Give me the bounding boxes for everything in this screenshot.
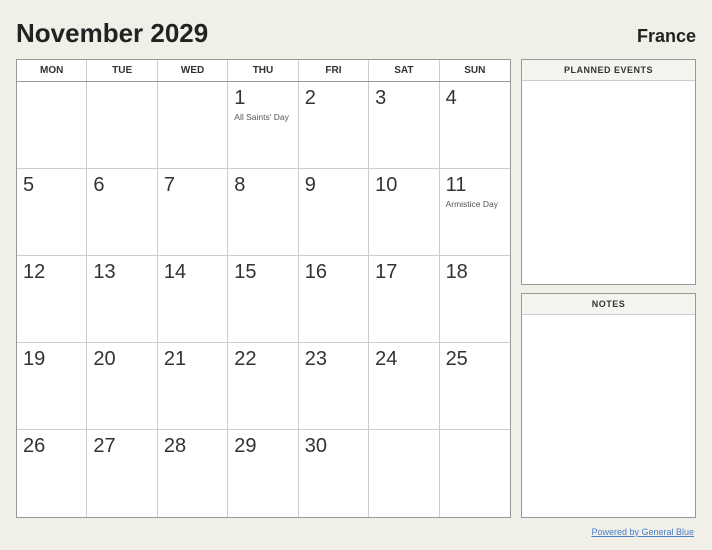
- calendar-cell-11: 11 Armistice Day: [440, 169, 510, 256]
- calendar-cell-4: 4: [440, 82, 510, 169]
- day-number-24: 24: [375, 347, 432, 371]
- country-label: France: [637, 26, 696, 47]
- day-number-1: 1: [234, 86, 291, 110]
- calendar-cell-29: 29: [228, 430, 298, 517]
- day-number-10: 10: [375, 173, 432, 197]
- planned-events-box: PLANNED EVENTS: [521, 59, 696, 285]
- calendar-cell-28: 28: [158, 430, 228, 517]
- notes-box: NOTES: [521, 293, 696, 519]
- sidebar: PLANNED EVENTS NOTES: [521, 59, 696, 518]
- calendar-cell-3: 3: [369, 82, 439, 169]
- day-headers-row: MONTUEWEDTHUFRISATSUN: [17, 60, 510, 82]
- day-number-20: 20: [93, 347, 150, 371]
- calendar-grid: 1All Saints' Day234567891011Armistice Da…: [17, 82, 510, 517]
- calendar-cell-16: 16: [299, 256, 369, 343]
- notes-content: [522, 315, 695, 518]
- day-number-22: 22: [234, 347, 291, 371]
- day-number-12: 12: [23, 260, 80, 284]
- day-number-4: 4: [446, 86, 504, 110]
- day-number-7: 7: [164, 173, 221, 197]
- day-number-18: 18: [446, 260, 504, 284]
- page-header: November 2029 France: [16, 18, 696, 49]
- powered-by-link[interactable]: Powered by General Blue: [591, 527, 694, 537]
- calendar-cell-15: 15: [228, 256, 298, 343]
- calendar-cell-empty-0: [17, 82, 87, 169]
- day-number-27: 27: [93, 434, 150, 458]
- calendar-section: MONTUEWEDTHUFRISATSUN 1All Saints' Day23…: [16, 59, 511, 518]
- calendar-cell-26: 26: [17, 430, 87, 517]
- day-number-9: 9: [305, 173, 362, 197]
- day-number-17: 17: [375, 260, 432, 284]
- holiday-label: Armistice Day: [446, 199, 504, 210]
- main-content: MONTUEWEDTHUFRISATSUN 1All Saints' Day23…: [16, 59, 696, 518]
- day-header-mon: MON: [17, 60, 87, 81]
- calendar-cell-23: 23: [299, 343, 369, 430]
- day-number-6: 6: [93, 173, 150, 197]
- day-number-26: 26: [23, 434, 80, 458]
- day-header-sat: SAT: [369, 60, 439, 81]
- day-header-fri: FRI: [299, 60, 369, 81]
- calendar-cell-6: 6: [87, 169, 157, 256]
- day-number-29: 29: [234, 434, 291, 458]
- day-number-8: 8: [234, 173, 291, 197]
- calendar-cell-24: 24: [369, 343, 439, 430]
- calendar-cell-22: 22: [228, 343, 298, 430]
- calendar-cell-14: 14: [158, 256, 228, 343]
- day-number-5: 5: [23, 173, 80, 197]
- day-number-3: 3: [375, 86, 432, 110]
- calendar-cell-17: 17: [369, 256, 439, 343]
- calendar-cell-19: 19: [17, 343, 87, 430]
- calendar-cell-12: 12: [17, 256, 87, 343]
- day-number-25: 25: [446, 347, 504, 371]
- planned-events-content: [522, 81, 695, 284]
- day-number-21: 21: [164, 347, 221, 371]
- day-header-tue: TUE: [87, 60, 157, 81]
- notes-header: NOTES: [522, 294, 695, 315]
- calendar-cell-5: 5: [17, 169, 87, 256]
- day-number-16: 16: [305, 260, 362, 284]
- calendar-cell-13: 13: [87, 256, 157, 343]
- day-number-2: 2: [305, 86, 362, 110]
- calendar-cell-8: 8: [228, 169, 298, 256]
- footer: Powered by General Blue: [16, 522, 696, 540]
- calendar-cell-9: 9: [299, 169, 369, 256]
- calendar-title: November 2029: [16, 18, 208, 49]
- calendar-cell-18: 18: [440, 256, 510, 343]
- calendar-cell-empty-33: [369, 430, 439, 517]
- day-header-thu: THU: [228, 60, 298, 81]
- calendar-cell-1: 1 All Saints' Day: [228, 82, 298, 169]
- calendar-cell-21: 21: [158, 343, 228, 430]
- calendar-cell-2: 2: [299, 82, 369, 169]
- calendar-cell-20: 20: [87, 343, 157, 430]
- day-number-13: 13: [93, 260, 150, 284]
- day-number-14: 14: [164, 260, 221, 284]
- day-header-wed: WED: [158, 60, 228, 81]
- day-number-19: 19: [23, 347, 80, 371]
- planned-events-header: PLANNED EVENTS: [522, 60, 695, 81]
- calendar-cell-7: 7: [158, 169, 228, 256]
- calendar-cell-25: 25: [440, 343, 510, 430]
- day-number-15: 15: [234, 260, 291, 284]
- day-number-23: 23: [305, 347, 362, 371]
- calendar-cell-empty-1: [87, 82, 157, 169]
- calendar-cell-27: 27: [87, 430, 157, 517]
- calendar-cell-30: 30: [299, 430, 369, 517]
- calendar-cell-empty-2: [158, 82, 228, 169]
- calendar-cell-empty-34: [440, 430, 510, 517]
- day-number-30: 30: [305, 434, 362, 458]
- day-number-28: 28: [164, 434, 221, 458]
- day-header-sun: SUN: [440, 60, 510, 81]
- calendar-cell-10: 10: [369, 169, 439, 256]
- day-number-11: 11: [446, 173, 504, 197]
- holiday-label: All Saints' Day: [234, 112, 291, 123]
